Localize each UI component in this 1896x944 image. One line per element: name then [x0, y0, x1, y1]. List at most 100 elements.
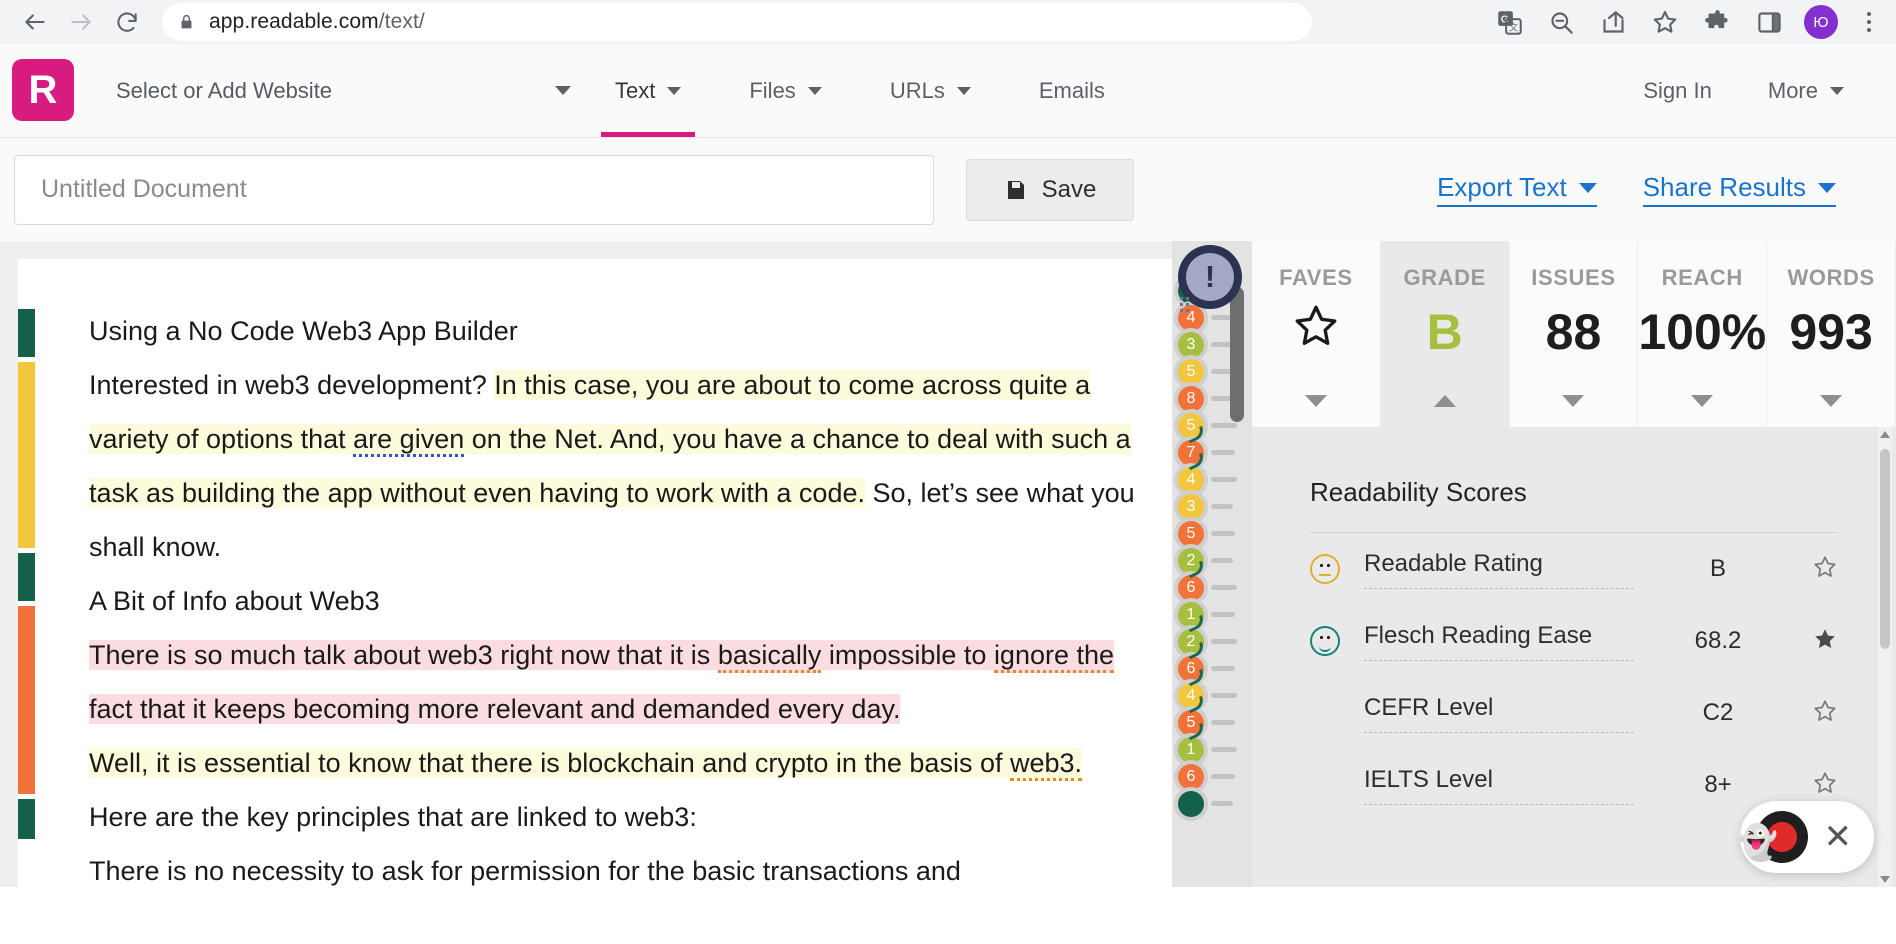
bead-line [1211, 666, 1235, 671]
header-right-actions: Sign In More [1619, 44, 1896, 137]
more-menu[interactable]: More [1744, 78, 1868, 104]
score-metric-name: CEFR Level [1364, 694, 1634, 733]
chevron-down-icon [1830, 86, 1844, 95]
star-outline-icon[interactable] [1290, 301, 1342, 356]
bead-line [1211, 585, 1237, 590]
text-run: impossible to [821, 640, 994, 670]
nav-item-emails-label: Emails [1038, 77, 1105, 103]
avatar[interactable]: Ю [1804, 5, 1838, 39]
chevron-down-icon[interactable] [1691, 395, 1714, 407]
bead-value: 5 [1178, 358, 1204, 385]
browser-toolbar: app.readable.com/text/ G 文 Ю [0, 0, 1896, 44]
share-icon[interactable] [1596, 5, 1630, 39]
reload-button[interactable] [106, 1, 148, 43]
score-card-value: 88 [1545, 304, 1602, 360]
sign-in-label: Sign In [1643, 77, 1712, 103]
sentence-score-bead-row[interactable]: 1 [1172, 597, 1252, 632]
bead-line [1211, 612, 1235, 617]
document-title-input[interactable]: Untitled Document [14, 154, 934, 225]
chevron-down-icon [956, 86, 971, 95]
neutral-face-icon [1310, 554, 1340, 584]
site-select-dropdown[interactable]: Select or Add Website [116, 44, 571, 137]
score-metric-value: 68.2 [1694, 627, 1742, 654]
readability-score-row: Flesch Reading Ease 68.2 [1310, 605, 1838, 677]
sentence-score-bead-row[interactable]: 6 [1172, 759, 1252, 794]
star-bookmark-icon[interactable] [1648, 5, 1682, 39]
side-panel-icon[interactable] [1752, 5, 1786, 39]
forward-button[interactable] [60, 1, 102, 43]
address-bar[interactable]: app.readable.com/text/ [162, 3, 1312, 41]
bead-value [1178, 790, 1204, 817]
bead-value: 1 [1178, 736, 1204, 763]
star-outline-icon[interactable] [1802, 554, 1838, 585]
scrollbar-thumb[interactable] [1880, 449, 1890, 649]
score-card-grade[interactable]: GRADE B [1380, 241, 1510, 427]
document-text[interactable]: Using a No Code Web3 App Builder Interest… [35, 259, 1172, 887]
score-card-value: 100% [1638, 304, 1767, 360]
text-run: are given [353, 424, 465, 457]
zoom-out-icon[interactable] [1544, 5, 1578, 39]
share-results-button[interactable]: Share Results [1642, 172, 1836, 207]
score-metric-name: IELTS Level [1364, 766, 1634, 805]
nav-item-files-label: Files [749, 77, 796, 103]
score-card-faves[interactable]: FAVES [1252, 241, 1381, 427]
star-filled-icon[interactable] [1802, 626, 1838, 657]
sentence-score-bead-row[interactable]: 2 [1172, 614, 1252, 659]
toolbar-links: Export Text Share Results [1437, 172, 1882, 207]
nav-item-urls[interactable]: URLs [856, 44, 1005, 137]
nav-item-text[interactable]: Text [581, 44, 715, 137]
ghost-icon[interactable]: 👻 [1736, 823, 1778, 863]
bead-line [1211, 720, 1235, 725]
readable-logo[interactable]: R [12, 59, 74, 121]
sentence-score-bead-row[interactable]: 1 [1172, 722, 1252, 767]
nav-item-text-label: Text [615, 77, 656, 103]
bead-line [1211, 558, 1233, 563]
panel-scrollbar[interactable] [1878, 427, 1892, 887]
close-icon[interactable]: ✕ [1824, 820, 1853, 854]
score-card-issues[interactable]: ISSUES 88 [1510, 241, 1639, 427]
sentence-score-bead-row[interactable]: 7 [1172, 425, 1252, 470]
nav-item-emails[interactable]: Emails [1005, 44, 1139, 137]
back-button[interactable] [14, 1, 56, 43]
sentence-score-bead-row[interactable]: 5 [1172, 516, 1252, 551]
chevron-down-icon [667, 86, 682, 95]
readability-score-rows: Readable Rating B Flesch Reading Ease 68.2 C… [1310, 533, 1838, 821]
scroll-up-arrow-icon[interactable] [1880, 431, 1890, 438]
text-run: web3. [1009, 748, 1083, 781]
bead-line [1211, 504, 1233, 509]
kebab-menu-icon[interactable] [1856, 5, 1882, 39]
sentence-score-bead-row[interactable]: 2 [1172, 543, 1252, 578]
score-card-reach[interactable]: REACH 100% [1638, 241, 1768, 427]
sentence-score-bead-row[interactable] [1172, 786, 1252, 821]
chevron-down-icon[interactable] [1562, 395, 1585, 407]
document-sheet[interactable]: Using a No Code Web3 App Builder Interest… [18, 259, 1172, 887]
chevron-down-icon[interactable] [1820, 395, 1843, 407]
sentence-score-bead[interactable] [1174, 786, 1208, 821]
export-text-button[interactable]: Export Text [1437, 172, 1597, 207]
nav-item-files[interactable]: Files [715, 44, 855, 137]
score-card-words[interactable]: WORDS 993 [1767, 241, 1896, 427]
sentence-score-bead-row[interactable]: 4 [1172, 668, 1252, 713]
bead-value: 4 [1178, 466, 1204, 493]
drag-handle-icon[interactable] [1230, 287, 1244, 422]
chevron-up-icon[interactable] [1433, 395, 1456, 407]
star-outline-icon[interactable] [1802, 698, 1838, 729]
drag-grip-icon[interactable] [1180, 297, 1189, 312]
save-button[interactable]: Save [966, 158, 1134, 221]
chevron-down-icon[interactable] [1304, 395, 1327, 407]
sentence-score-bead-row[interactable]: 5 [1172, 695, 1252, 740]
sentence-score-bead-row[interactable]: 6 [1172, 560, 1252, 605]
star-outline-icon[interactable] [1802, 770, 1838, 801]
sentence-score-bead-row[interactable]: 3 [1172, 489, 1252, 524]
puzzle-extensions-icon[interactable] [1700, 5, 1734, 39]
scroll-down-arrow-icon[interactable] [1880, 876, 1890, 883]
text-run: Well, it is essential to know that there… [89, 748, 1010, 778]
readability-score-row: CEFR Level C2 [1310, 677, 1838, 749]
bead-value: 6 [1178, 763, 1204, 790]
main-nav: Text Files URLs Emails [581, 44, 1139, 137]
paragraph-bar [18, 553, 35, 601]
translate-icon[interactable]: G 文 [1492, 5, 1526, 39]
sentence-score-bead-row[interactable]: 4 [1172, 452, 1252, 497]
sign-in-button[interactable]: Sign In [1619, 78, 1736, 104]
sentence-score-bead-row[interactable]: 6 [1172, 641, 1252, 686]
